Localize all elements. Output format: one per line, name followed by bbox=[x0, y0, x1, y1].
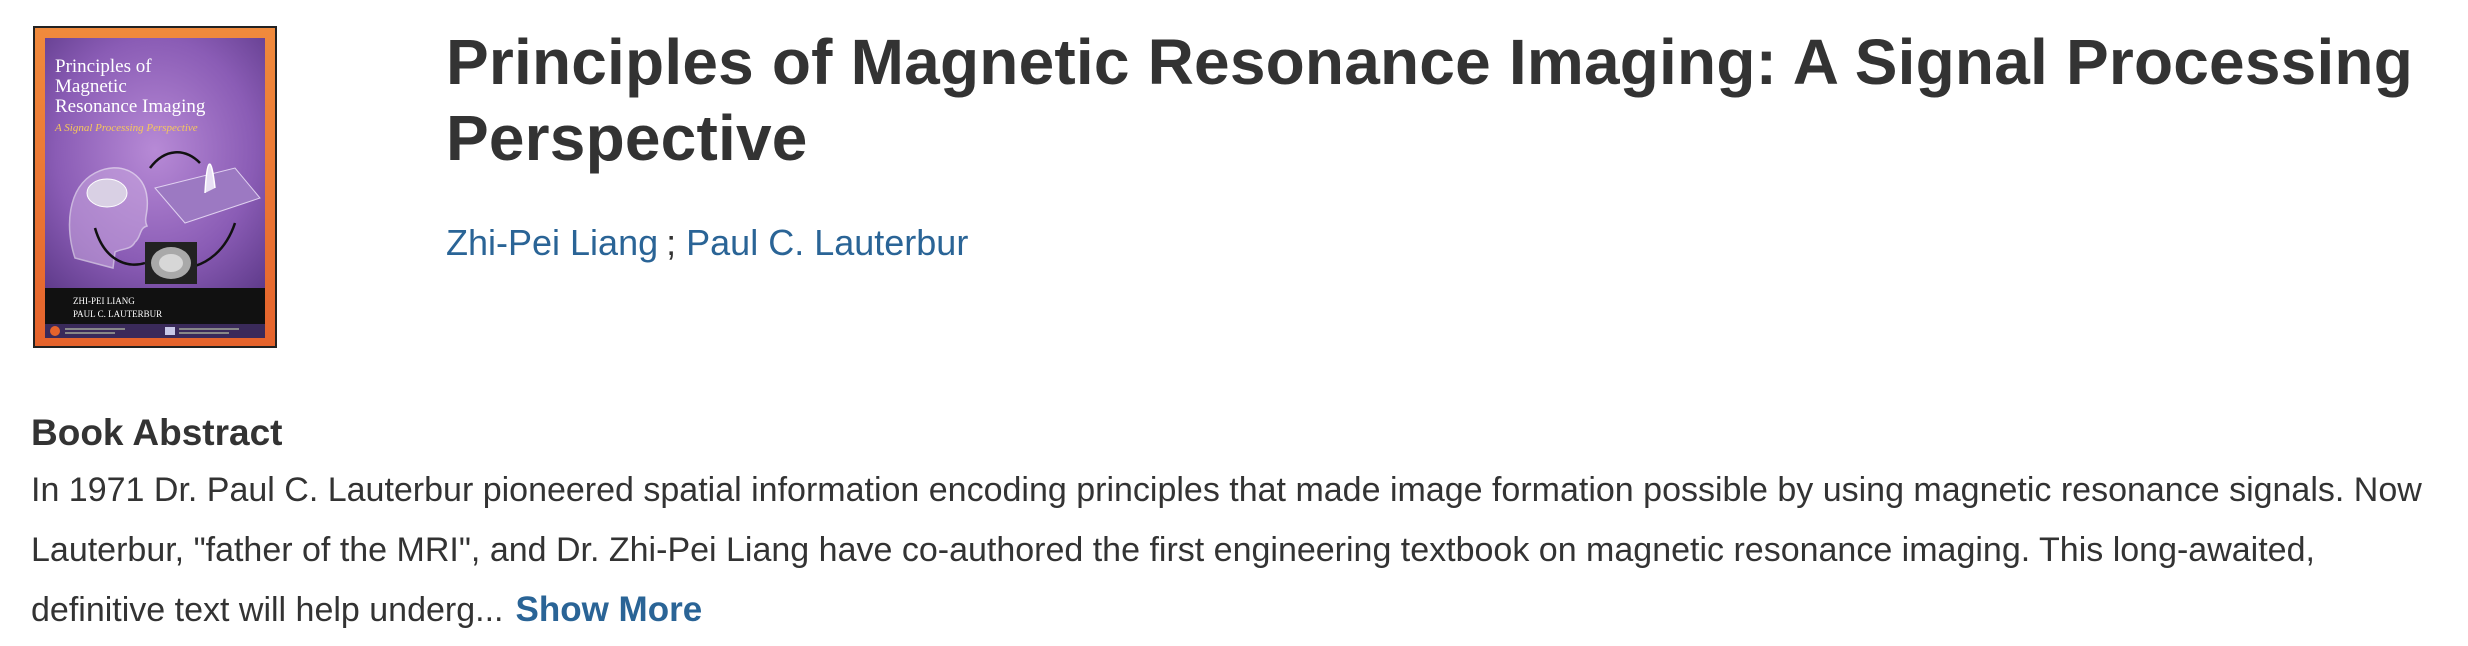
cover-title-line1: Principles of bbox=[55, 56, 152, 77]
author-link-zhi-pei-liang[interactable]: Zhi-Pei Liang bbox=[446, 222, 658, 263]
show-more-link[interactable]: Show More bbox=[515, 590, 702, 629]
ieee-logo-icon bbox=[165, 327, 175, 335]
cover-author1: ZHI-PEI LIANG bbox=[73, 296, 135, 306]
cover-author2: PAUL C. LAUTERBUR bbox=[73, 309, 162, 319]
book-cover-image[interactable]: Principles of Magnetic Resonance Imaging… bbox=[33, 26, 277, 348]
cover-title-line3: Resonance Imaging bbox=[55, 96, 206, 117]
cover-title-line2: Magnetic bbox=[55, 76, 127, 97]
abstract-heading: Book Abstract bbox=[31, 412, 283, 453]
author-separator: ; bbox=[666, 222, 677, 263]
author-link-paul-c-lauterbur[interactable]: Paul C. Lauterbur bbox=[686, 222, 968, 263]
abstract-text: In 1971 Dr. Paul C. Lauterbur pioneered … bbox=[31, 471, 2422, 629]
abstract-body: In 1971 Dr. Paul C. Lauterbur pioneered … bbox=[31, 460, 2451, 640]
book-cover-art: Principles of Magnetic Resonance Imaging… bbox=[35, 28, 275, 346]
book-title: Principles of Magnetic Resonance Imaging… bbox=[446, 26, 2414, 174]
cover-subtitle: A Signal Processing Perspective bbox=[54, 122, 198, 134]
author-list: Zhi-Pei Liang; Paul C. Lauterbur bbox=[446, 218, 968, 268]
publisher-logo-icon bbox=[50, 326, 60, 336]
